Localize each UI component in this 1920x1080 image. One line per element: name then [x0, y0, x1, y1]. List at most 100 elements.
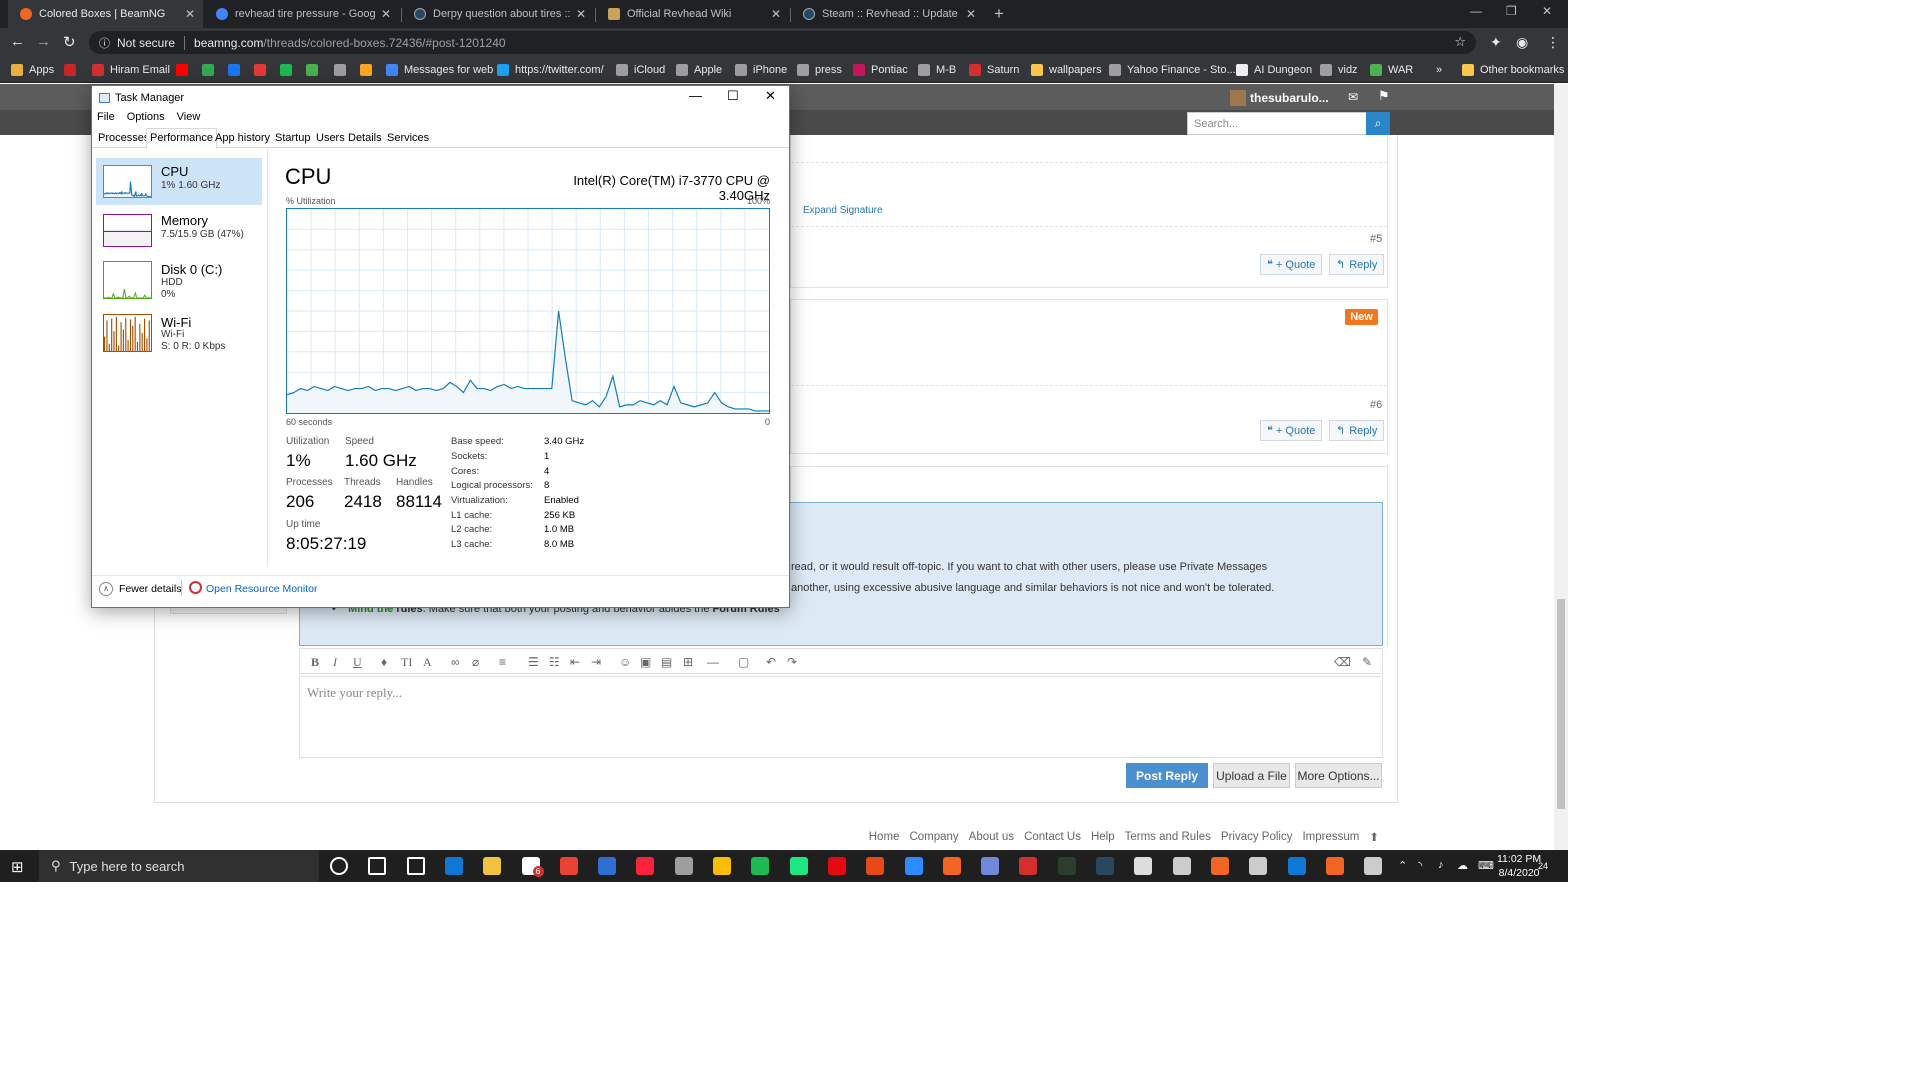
browser-tab-4[interactable]: Steam :: Revhead :: Update 17 - N ✕	[791, 0, 984, 28]
new-tab-button[interactable]: +	[994, 4, 1004, 24]
taskbar-app-icon[interactable]	[1364, 857, 1383, 875]
taskbar-app-icon[interactable]	[559, 857, 578, 875]
bookmark-item[interactable]	[202, 62, 220, 78]
align-icon[interactable]: ≡	[499, 655, 506, 669]
fewer-details-link[interactable]: Fewer details	[119, 583, 181, 595]
scrollbar-thumb[interactable]	[1557, 599, 1565, 809]
reply-button[interactable]: ↰ Reply	[1329, 420, 1385, 441]
wrench-icon[interactable]: ✎	[1362, 655, 1372, 669]
outdent-icon[interactable]: ⇤	[570, 655, 580, 669]
taskbar-app-icon[interactable]	[713, 857, 731, 875]
profile-avatar-icon[interactable]: ◉	[1516, 34, 1528, 51]
link-icon[interactable]: ∞	[451, 655, 460, 669]
taskbar-app-icon[interactable]	[751, 857, 770, 875]
footer-link-impressum[interactable]: Impressum	[1302, 831, 1359, 843]
tab-processes[interactable]: Processes	[95, 129, 152, 148]
more-options-button[interactable]: More Options...	[1295, 763, 1382, 788]
bookmark-item[interactable]: Pontiac	[853, 62, 908, 78]
menu-view[interactable]: View	[177, 111, 201, 127]
taskbar-app-icon[interactable]	[1210, 857, 1229, 875]
reload-icon[interactable]: ↻	[63, 33, 76, 51]
search-icon[interactable]: ⌕	[1366, 112, 1390, 135]
bookmark-item[interactable]: wallpapers	[1031, 62, 1102, 78]
taskbar-app-icon[interactable]	[1287, 857, 1306, 875]
taskbar-clock[interactable]: 11:02 PM 8/4/2020	[1497, 852, 1541, 880]
taskbar-app-icon[interactable]	[1134, 857, 1153, 875]
open-resource-monitor-link[interactable]: Open Resource Monitor	[206, 583, 317, 595]
other-bookmarks-folder[interactable]: Other bookmarks	[1462, 62, 1564, 78]
taskbar-app-icon[interactable]	[1096, 857, 1114, 875]
resource-memory[interactable]: Memory 7.5/15.9 GB (47%)	[96, 207, 262, 254]
close-tab-icon[interactable]: ✕	[966, 7, 976, 21]
taskbar-app-icon[interactable]	[368, 857, 387, 875]
quote-button[interactable]: ❝ + Quote	[1260, 254, 1323, 275]
onedrive-icon[interactable]: ☁	[1457, 859, 1468, 872]
media-icon[interactable]: ▤	[661, 655, 672, 669]
bookmark-item[interactable]: AI Dungeon	[1236, 62, 1312, 78]
browser-tab-1[interactable]: revhead tire pressure - Google S ✕	[204, 0, 399, 28]
browser-tab-2[interactable]: Derpy question about tires :: Rev ✕	[402, 0, 594, 28]
taskbar-app-icon[interactable]	[330, 857, 348, 875]
browser-tab-3[interactable]: Official Revhead Wiki ✕	[596, 0, 789, 28]
font-family-icon[interactable]: A	[423, 655, 432, 670]
close-tab-icon[interactable]: ✕	[576, 7, 586, 21]
footer-link-terms[interactable]: Terms and Rules	[1125, 831, 1211, 843]
bookmark-star-icon[interactable]: ☆	[1454, 34, 1466, 50]
menu-file[interactable]: File	[97, 111, 115, 127]
font-size-icon[interactable]: TI	[401, 655, 412, 670]
tab-details[interactable]: Details	[345, 129, 385, 148]
italic-icon[interactable]: I	[333, 655, 337, 670]
post-number[interactable]: #5	[1370, 233, 1382, 245]
taskbar-app-icon[interactable]	[789, 857, 808, 875]
taskbar-app-icon[interactable]	[636, 857, 655, 875]
numbered-list-icon[interactable]: ☷	[549, 655, 560, 669]
bookmark-item[interactable]	[254, 62, 272, 78]
wifi-icon[interactable]: ◝	[1418, 859, 1422, 872]
redo-icon[interactable]: ↷	[787, 655, 797, 669]
upload-file-button[interactable]: Upload a File	[1213, 763, 1290, 788]
bookmark-item[interactable]: iCloud	[616, 62, 665, 78]
bookmark-item[interactable]: Apple	[676, 62, 722, 78]
taskbar-app-icon[interactable]	[444, 857, 463, 875]
taskbar-app-icon[interactable]	[1019, 857, 1038, 875]
text-color-icon[interactable]: ♦	[381, 655, 387, 669]
bookmark-item[interactable]: M-B	[918, 62, 956, 78]
page-scrollbar[interactable]	[1554, 84, 1568, 850]
expand-signature-link[interactable]: Expand Signature	[803, 205, 883, 216]
windows-start-icon[interactable]: ⊞	[11, 858, 24, 876]
insert-icon[interactable]: ⊞	[683, 655, 693, 669]
more-bookmarks-chevron[interactable]: »	[1436, 62, 1442, 78]
flag-icon[interactable]: ⚑	[1378, 88, 1390, 104]
minimize-icon[interactable]: —	[1470, 4, 1482, 18]
close-icon[interactable]: ✕	[765, 88, 776, 104]
footer-link-help[interactable]: Help	[1091, 831, 1115, 843]
minimize-icon[interactable]: —	[689, 88, 702, 103]
pane-divider[interactable]	[267, 149, 268, 567]
close-tab-icon[interactable]: ✕	[771, 7, 781, 21]
mail-icon[interactable]: ✉	[1348, 90, 1358, 104]
tab-startup[interactable]: Startup	[272, 129, 313, 148]
bookmark-item[interactable]: press	[797, 62, 842, 78]
image-icon[interactable]: ▣	[640, 655, 651, 669]
bookmark-item[interactable]	[334, 62, 352, 78]
bookmark-item[interactable]: vidz	[1320, 62, 1358, 78]
user-menu[interactable]: thesubarulo...	[1230, 90, 1329, 106]
forward-arrow-icon[interactable]: →	[36, 33, 51, 50]
quote-button[interactable]: ❝ + Quote	[1260, 420, 1323, 441]
bookmark-item[interactable]: Saturn	[969, 62, 1019, 78]
eraser-icon[interactable]: ⌫	[1334, 655, 1351, 669]
bookmark-item[interactable]	[228, 62, 246, 78]
taskbar-app-icon[interactable]	[942, 857, 961, 875]
footer-link-privacy[interactable]: Privacy Policy	[1221, 831, 1293, 843]
reply-button[interactable]: ↰ Reply	[1329, 254, 1385, 275]
volume-icon[interactable]: ♪	[1438, 859, 1444, 871]
bookmark-item[interactable]: https://twitter.com/	[497, 62, 604, 78]
bookmark-item[interactable]	[280, 62, 298, 78]
taskbar-app-icon[interactable]	[598, 857, 617, 875]
bookmark-item[interactable]: Messages for web	[386, 62, 493, 78]
tab-users[interactable]: Users	[313, 129, 348, 148]
taskbar-app-icon[interactable]	[1249, 857, 1268, 875]
post-number[interactable]: #6	[1370, 399, 1382, 411]
action-center-icon[interactable]: 24	[1538, 858, 1548, 872]
address-bar[interactable]: ⓘ Not secure beamng.com/threads/colored-…	[89, 31, 1476, 54]
